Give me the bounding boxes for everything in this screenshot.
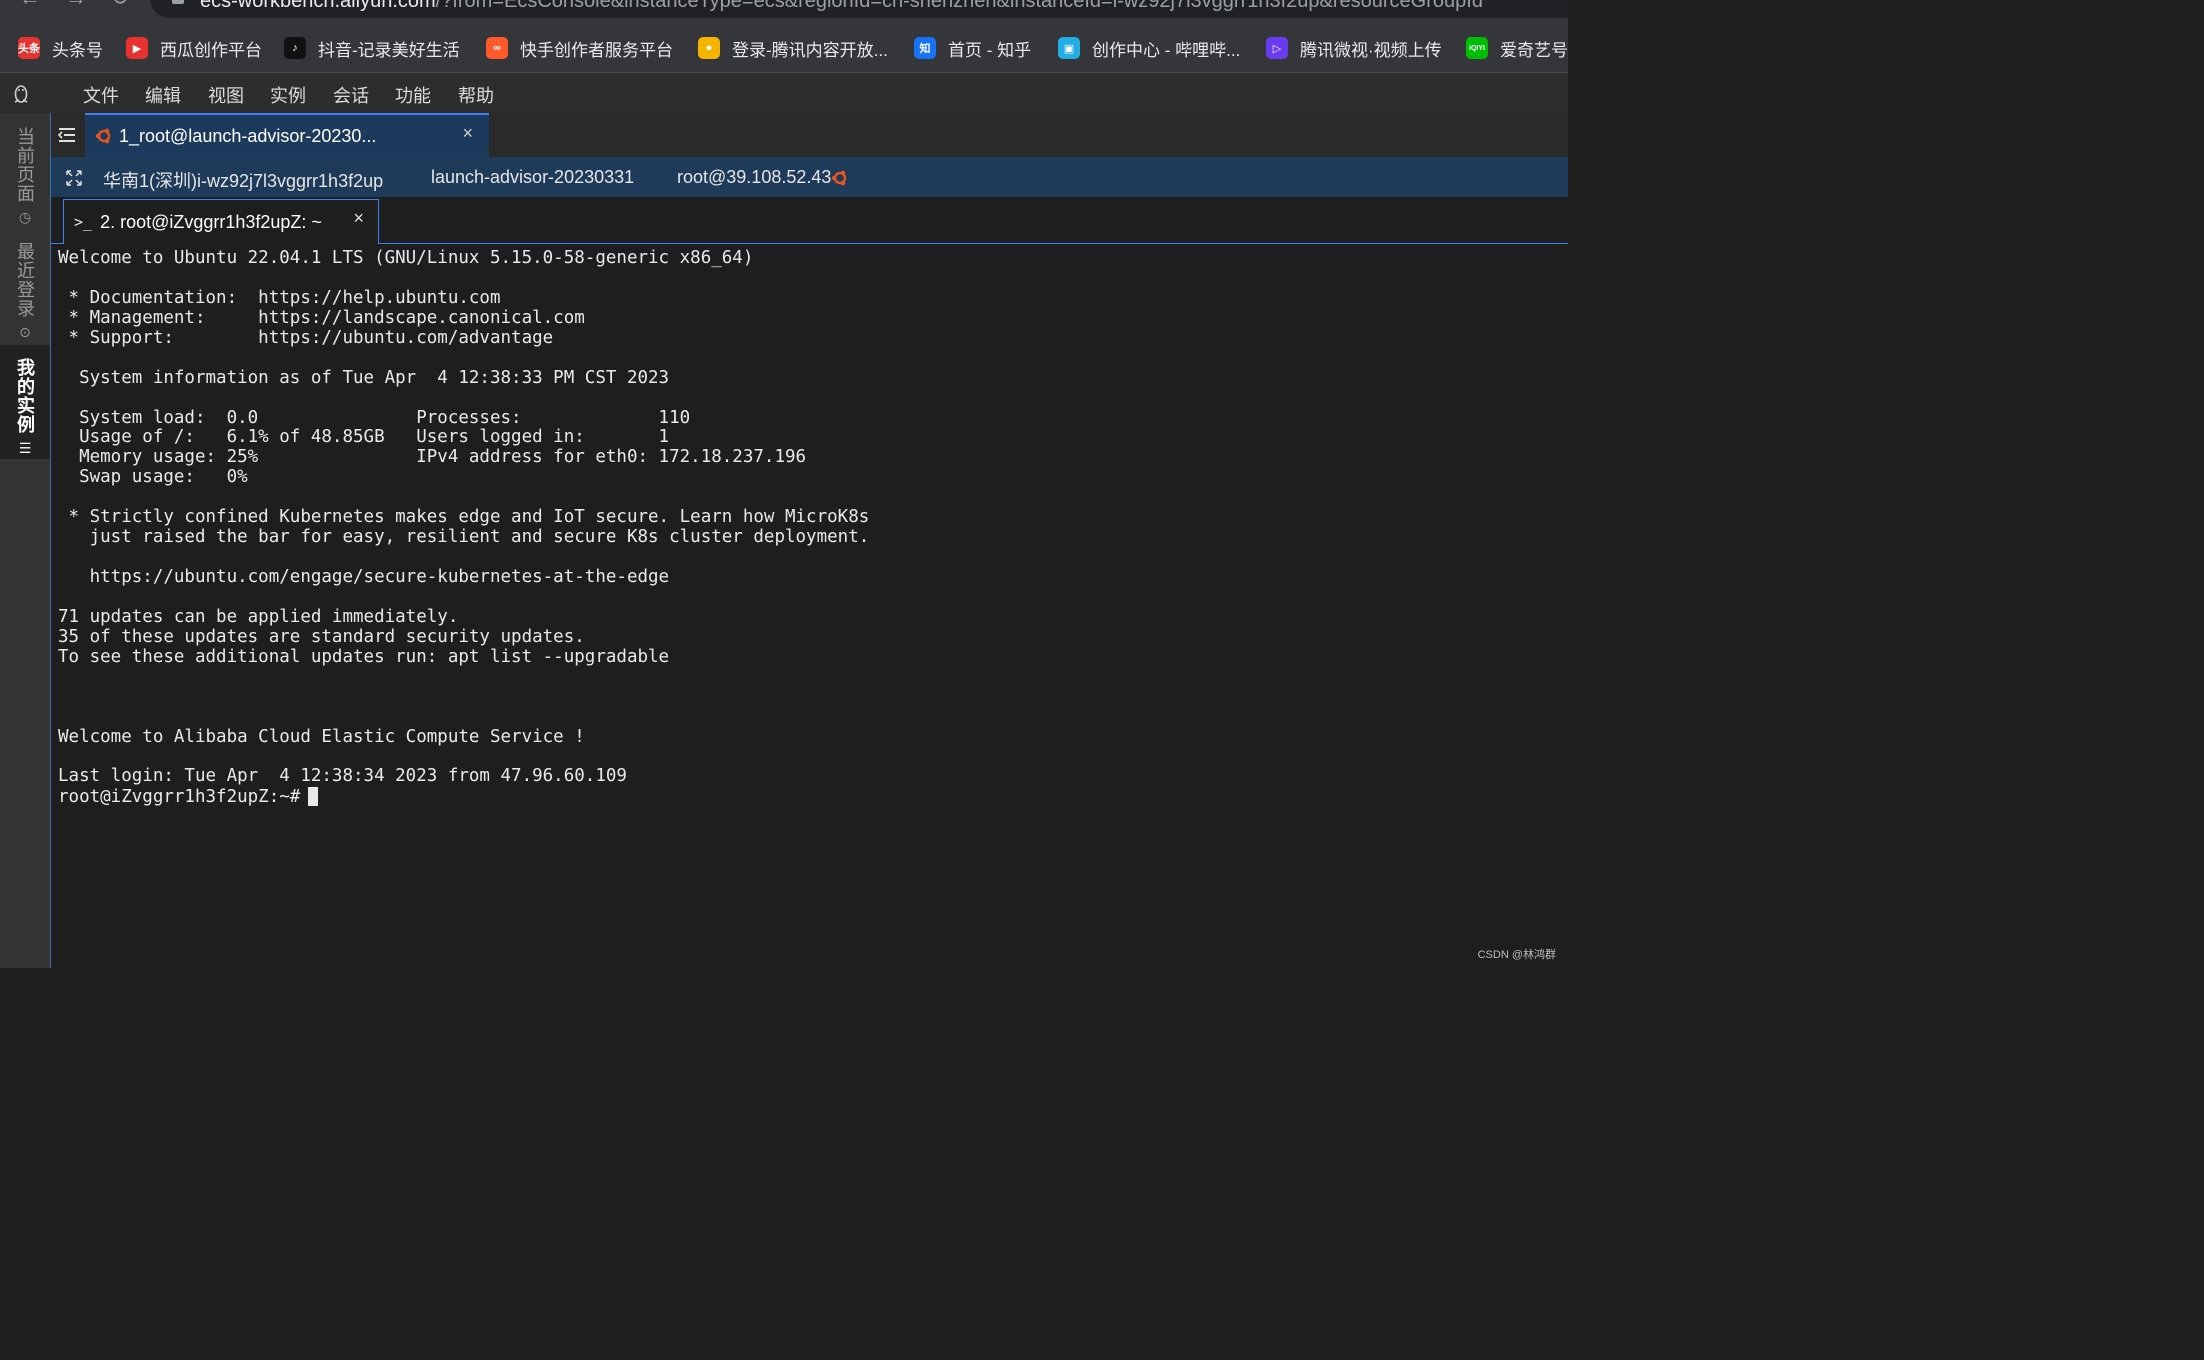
bookmark-item[interactable]: ● 登录-腾讯内容开放... <box>698 36 888 60</box>
bookmark-label: 首页 - 知乎 <box>948 40 1032 60</box>
bookmark-label: 登录-腾讯内容开放... <box>732 40 888 60</box>
rail-tab-current-page[interactable]: 当前页面 ◷ <box>0 121 50 231</box>
bookmark-label: 头条号 <box>52 40 103 60</box>
terminal-tab-label: 2. root@iZvggrr1h3f2upZ: ~ <box>100 211 322 232</box>
terminal-prompt-icon: >_ <box>74 213 93 231</box>
bookmark-item[interactable]: ♪ 抖音-记录美好生活 <box>284 36 460 60</box>
fullscreen-icon[interactable] <box>65 169 83 187</box>
shell-prompt: root@iZvggrr1h3f2upZ:~# <box>58 787 301 808</box>
list-icon: ☰ <box>18 439 32 456</box>
bookmark-item[interactable]: ▣ 创作中心 - 哔哩哔... <box>1058 36 1240 60</box>
weishi-icon: ▷ <box>1266 37 1288 59</box>
close-icon[interactable]: × <box>462 123 473 144</box>
login-info: root@39.108.52.43 <box>677 167 849 188</box>
ubuntu-icon <box>832 170 847 185</box>
terminal[interactable]: Welcome to Ubuntu 22.04.1 LTS (GNU/Linux… <box>51 244 1568 968</box>
bookmark-item[interactable]: ▶ 西瓜创作平台 <box>126 36 262 60</box>
back-arrow-icon[interactable]: ← <box>18 0 42 10</box>
menu-function[interactable]: 功能 <box>395 82 431 108</box>
menu-view[interactable]: 视图 <box>208 82 244 108</box>
instance-region-id: 华南1(深圳)i-wz92j7l3vggrr1h3f2up <box>103 171 384 191</box>
bookmarks-bar: 头条 头条号 ▶ 西瓜创作平台 ♪ 抖音-记录美好生活 ∞ 快手创作者服务平台 ● 登录-腾讯内容… <box>0 24 1568 73</box>
instance-name: launch-advisor-20230331 <box>431 167 635 187</box>
lock-icon[interactable] <box>172 0 184 4</box>
iqiyi-icon: iQIYI <box>1466 37 1488 59</box>
bookmark-label: 西瓜创作平台 <box>160 40 262 60</box>
xigua-icon: ▶ <box>126 37 148 59</box>
menu-help[interactable]: 帮助 <box>458 82 494 108</box>
bookmark-label: 创作中心 - 哔哩哔... <box>1092 40 1241 60</box>
bilibili-icon: ▣ <box>1058 37 1080 59</box>
bookmark-label: 爱奇艺号 <box>1500 40 1568 60</box>
toutiao-icon: 头条 <box>18 37 40 59</box>
reload-icon[interactable]: ↻ <box>108 0 132 10</box>
session-tab-label: 1_root@launch-advisor-20230... <box>119 125 377 146</box>
url-text[interactable]: ecs-workbench.aliyun.com/?from=EcsConsol… <box>200 0 1483 13</box>
bookmark-item[interactable]: ∞ 快手创作者服务平台 <box>486 36 673 60</box>
bookmark-item[interactable]: 头条 头条号 <box>18 36 103 60</box>
watermark: CSDN @林鸿群 <box>1477 949 1556 961</box>
url-path: /?from=EcsConsole&instanceType=ecs&regio… <box>435 0 1483 12</box>
rail-tab-recent-login[interactable]: 最近登录 ⊙ <box>0 241 50 341</box>
rail-tab-label: 当前页面 <box>15 126 35 203</box>
tencent-penguin-icon: ● <box>698 37 720 59</box>
clock-icon: ◷ <box>18 208 32 225</box>
menu-file[interactable]: 文件 <box>83 82 119 108</box>
terminal-tab-bar: >_ 2. root@iZvggrr1h3f2upZ: ~ × <box>51 197 1568 244</box>
close-icon[interactable]: × <box>353 208 364 229</box>
terminal-tab[interactable]: >_ 2. root@iZvggrr1h3f2upZ: ~ × <box>63 199 379 244</box>
login-address: root@39.108.52.43 <box>677 167 832 187</box>
bookmark-item[interactable]: 知首页 - 知乎 <box>914 36 1031 60</box>
session-tab-bar: 1_root@launch-advisor-20230... × <box>51 113 1568 157</box>
penguin-icon[interactable] <box>12 82 30 104</box>
history-icon: ⊙ <box>19 323 31 340</box>
menu-edit[interactable]: 编辑 <box>145 82 181 108</box>
menu-instance[interactable]: 实例 <box>270 82 306 108</box>
menu-session[interactable]: 会话 <box>333 82 369 108</box>
bookmark-label: 腾讯微视·视频上传 <box>1300 40 1442 60</box>
rail-tab-my-instances[interactable]: 我的实例 ☰ <box>0 345 50 459</box>
ubuntu-icon <box>95 128 111 144</box>
zhihu-icon: 知 <box>914 37 936 59</box>
terminal-output: Welcome to Ubuntu 22.04.1 LTS (GNU/Linux… <box>58 248 870 808</box>
douyin-icon: ♪ <box>284 37 306 59</box>
url-host: ecs-workbench.aliyun.com <box>200 0 436 12</box>
forward-arrow-icon[interactable]: → <box>64 0 88 10</box>
kuaishou-icon: ∞ <box>486 37 508 59</box>
bookmark-item[interactable]: iQIYI 爱奇艺号 <box>1466 36 1568 60</box>
session-tab[interactable]: 1_root@launch-advisor-20230... × <box>85 113 489 157</box>
instance-info-bar: 华南1(深圳)i-wz92j7l3vggrr1h3f2up launch-adv… <box>51 157 1568 197</box>
terminal-cursor <box>308 787 319 807</box>
bookmark-label: 快手创作者服务平台 <box>520 40 673 60</box>
browser-toolbar: ← → ↻ ecs-workbench.aliyun.com/?from=Ecs… <box>0 0 1568 24</box>
bookmark-label: 抖音-记录美好生活 <box>318 40 460 60</box>
rail-tab-label: 我的实例 <box>15 357 35 434</box>
rail-tab-label: 最近登录 <box>15 241 35 318</box>
left-sidebar: 当前页面 ◷ 最近登录 ⊙ 我的实例 ☰ <box>0 113 51 968</box>
tab-list-icon[interactable] <box>57 125 77 145</box>
workbench-menubar: 文件 编辑 视图 实例 会话 功能 帮助 <box>0 73 1568 113</box>
bookmark-item[interactable]: ▷ 腾讯微视·视频上传 <box>1266 36 1442 60</box>
